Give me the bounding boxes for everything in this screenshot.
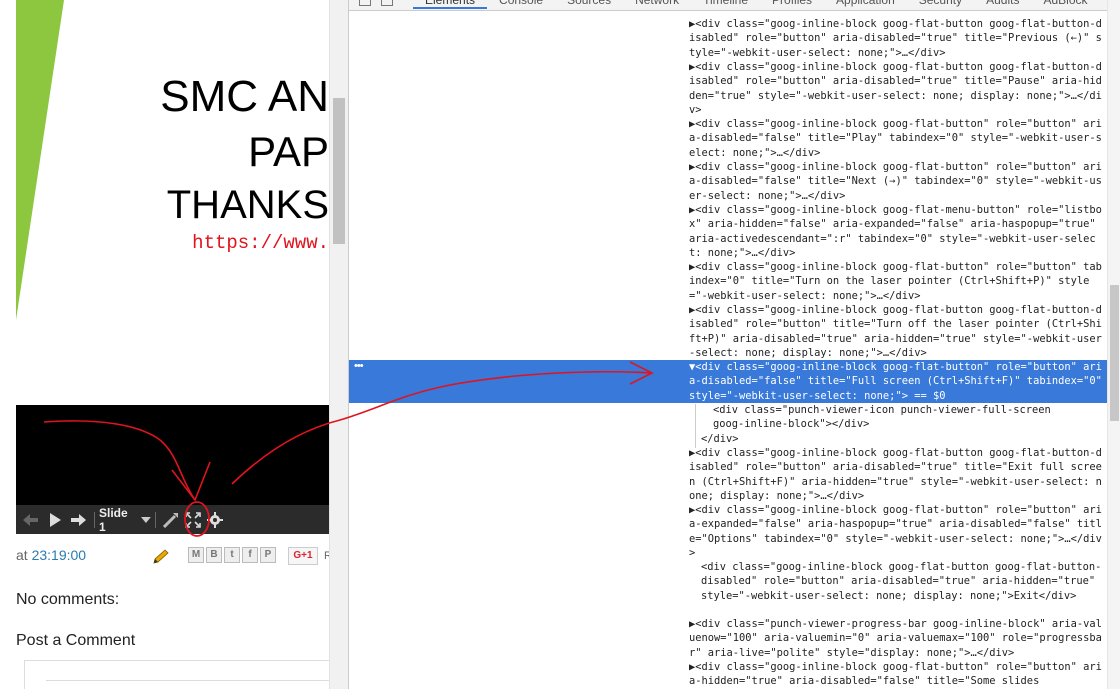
pinterest-share-button[interactable]: P (260, 547, 276, 563)
dom-node[interactable]: ▶<div class="goog-inline-block goog-flat… (689, 17, 1107, 60)
next-button[interactable] (66, 513, 90, 526)
tab-adblock[interactable]: AdBlock (1031, 0, 1099, 9)
tab-elements[interactable]: Elements (413, 0, 488, 9)
slide-title-line-2: PAP (248, 128, 329, 175)
dom-node[interactable]: ▶<div class="goog-inline-block goog-flat… (689, 203, 1107, 260)
tab-application[interactable]: Application (824, 0, 907, 9)
tab-timeline[interactable]: Timeline (691, 0, 760, 9)
dom-node[interactable]: ▶<div class="goog-inline-block goog-flat… (689, 60, 1107, 117)
dom-node[interactable]: ▶<div class="goog-inline-block goog-flat… (689, 503, 1107, 560)
post-comment-heading: Post a Comment (16, 632, 136, 649)
dom-node[interactable]: ▶<div class="goog-inline-block goog-flat… (689, 117, 1107, 160)
tab-security[interactable]: Security (907, 0, 974, 9)
share-buttons: M B t f P G+1 R (188, 547, 329, 565)
tab-console[interactable]: Console (487, 0, 555, 9)
dom-child-node[interactable]: <div class="punch-viewer-icon punch-view… (713, 403, 1053, 432)
dom-node[interactable]: ▶<div class="goog-inline-block goog-flat… (689, 260, 1107, 303)
slide-letterbox (16, 405, 329, 505)
timestamp-prefix: at (16, 547, 32, 563)
page-scrollbar[interactable] (329, 0, 348, 689)
google-plus-button[interactable]: G+1 (288, 547, 318, 565)
chevron-down-icon (141, 516, 151, 523)
dom-node[interactable]: ▶<div class="goog-inline-block goog-flat… (689, 303, 1107, 360)
slide-title-line-1: SMC AN (160, 72, 329, 121)
fullscreen-button[interactable] (182, 511, 204, 528)
inspect-element-icon[interactable] (359, 0, 371, 6)
tab-network[interactable]: Network (623, 0, 691, 9)
options-button[interactable] (204, 511, 226, 528)
devtools-scrollbar[interactable] (1107, 0, 1120, 689)
facebook-share-button[interactable]: f (242, 547, 258, 563)
laser-pointer-icon (163, 512, 178, 528)
twitter-share-button[interactable]: t (224, 547, 240, 563)
slide-player-toolbar: Slide 1 (16, 505, 329, 534)
comment-input[interactable] (46, 680, 329, 689)
toolbar-divider (94, 511, 95, 528)
devtools-toolbar: Elements Console Sources Network Timelin… (349, 0, 1120, 11)
dom-node[interactable]: ▶<div class="punch-viewer-progress-bar g… (689, 617, 1107, 660)
fullscreen-icon (185, 511, 201, 528)
devtools-scrollbar-thumb[interactable] (1110, 285, 1119, 421)
dom-node[interactable]: <div class="goog-inline-block goog-flat-… (701, 560, 1107, 603)
tab-profiles[interactable]: Profiles (760, 0, 824, 9)
tree-indent-guide (695, 404, 696, 448)
presentation-slide: SMC AN PAP THANKS https://www. (16, 0, 329, 405)
post-timestamp: at 23:19:00 (16, 547, 86, 563)
blogger-share-button[interactable]: B (206, 547, 222, 563)
no-comments-heading: No comments: (16, 591, 120, 608)
dom-node[interactable]: ▶<div class="goog-inline-block goog-flat… (689, 660, 1107, 689)
tab-audits[interactable]: Audits (974, 0, 1031, 9)
elements-tree: ••• ▶<div class="goog-inline-block goog-… (349, 15, 1107, 689)
selected-dom-node[interactable]: ▼<div class="goog-inline-block goog-flat… (689, 360, 1107, 403)
slide-select-menu[interactable]: Slide 1 (99, 506, 151, 534)
toolbar-divider (155, 511, 156, 528)
dom-node[interactable]: ▶<div class="goog-inline-block goog-flat… (689, 160, 1107, 203)
dom-closing-tag[interactable]: </div> (701, 432, 1119, 446)
slide-title-line-3: THANKS (166, 183, 329, 227)
previous-button[interactable] (18, 513, 44, 526)
pencil-icon[interactable] (152, 549, 170, 565)
play-icon (50, 512, 61, 527)
tab-sources[interactable]: Sources (555, 0, 623, 9)
slide-select-label: Slide 1 (99, 505, 128, 534)
device-mode-icon[interactable] (381, 0, 393, 6)
laser-pointer-button[interactable] (160, 512, 182, 528)
arrow-right-icon (71, 513, 86, 526)
timestamp-link[interactable]: 23:19:00 (32, 547, 87, 563)
slide-url-text: https://www. (192, 232, 329, 254)
play-button[interactable] (44, 512, 66, 527)
page-scrollbar-thumb[interactable] (333, 98, 345, 244)
blog-page: SMC AN PAP THANKS https://www. Slide 1 a… (0, 0, 329, 689)
gear-icon (207, 511, 223, 528)
devtools-panel: Elements Console Sources Network Timelin… (348, 0, 1120, 689)
arrow-left-icon (23, 513, 38, 526)
email-share-button[interactable]: M (188, 547, 204, 563)
dom-node[interactable]: ▶<div class="goog-inline-block goog-flat… (689, 446, 1107, 503)
more-actions-icon[interactable]: ••• (354, 360, 364, 372)
